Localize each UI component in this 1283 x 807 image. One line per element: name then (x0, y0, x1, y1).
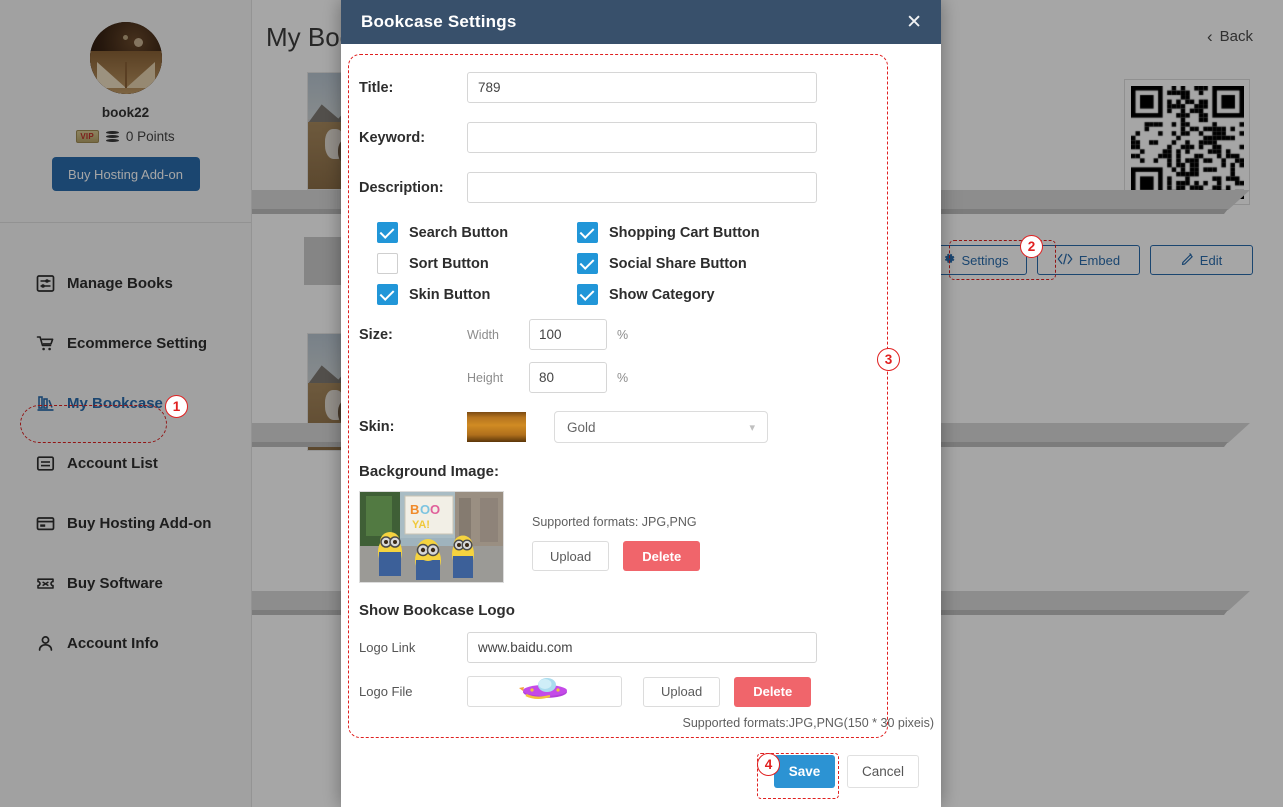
checkbox-label: Sort Button (409, 255, 489, 272)
dialog-header: Bookcase Settings ✕ (341, 0, 941, 44)
save-button[interactable]: Save (774, 754, 835, 788)
cancel-button[interactable]: Cancel (847, 754, 919, 788)
keyword-field-row: Keyword: (359, 122, 941, 153)
svg-text:O: O (420, 502, 430, 517)
checkbox-skin-button[interactable]: Skin Button (377, 284, 577, 305)
checkbox-shopping-cart-button[interactable]: Shopping Cart Button (577, 222, 777, 243)
width-input[interactable] (529, 319, 607, 350)
checkbox-search-button[interactable]: Search Button (377, 222, 577, 243)
background-upload-button[interactable]: Upload (532, 541, 610, 571)
checkbox-row: Search Button Shopping Cart Button (377, 222, 807, 243)
checkbox-row: Sort Button Social Share Button (377, 253, 807, 274)
size-label: Size: (359, 326, 393, 343)
skin-color-swatch[interactable] (467, 412, 526, 442)
width-unit: % (617, 327, 629, 342)
keyword-label: Keyword: (359, 129, 426, 146)
checkbox-label: Search Button (409, 224, 509, 241)
dialog-footer: Save Cancel (341, 735, 941, 807)
bookcase-settings-dialog: Bookcase Settings ✕ Title: Keyword: Desc… (341, 0, 941, 807)
chevron-down-icon: ▾ (749, 421, 755, 434)
background-image-section: B O O YA! Supported formats: JPG,PNG Upl… (359, 491, 941, 583)
annotation-marker-1: 1 (165, 395, 188, 418)
size-height-row: Height % (359, 362, 941, 393)
background-formats-note: Supported formats: JPG,PNG (532, 515, 697, 529)
width-label: Width (467, 327, 499, 342)
annotation-marker-3: 3 (877, 348, 900, 371)
logo-file-thumbnail[interactable] (467, 676, 622, 707)
background-image-heading: Background Image: (359, 463, 500, 480)
checkbox-label: Show Category (609, 286, 715, 303)
checkbox-label: Skin Button (409, 286, 491, 303)
checkbox-box[interactable] (577, 253, 598, 274)
title-input[interactable] (467, 72, 817, 103)
background-delete-button[interactable]: Delete (623, 541, 701, 571)
annotation-marker-2: 2 (1020, 235, 1043, 258)
height-label: Height (467, 370, 504, 385)
logo-upload-button[interactable]: Upload (643, 676, 721, 707)
logo-section-heading: Show Bookcase Logo (359, 602, 515, 619)
logo-link-row: Logo Link (359, 632, 941, 663)
close-icon[interactable]: ✕ (906, 13, 922, 32)
logo-formats-note: Supported formats:JPG,PNG(150 * 30 pixei… (682, 716, 934, 730)
checkbox-social-share-button[interactable]: Social Share Button (577, 253, 777, 274)
description-label: Description: (359, 179, 444, 196)
logo-link-input[interactable] (467, 632, 817, 663)
checkbox-sort-button[interactable]: Sort Button (377, 253, 577, 274)
svg-text:B: B (410, 502, 419, 517)
background-image-controls: Supported formats: JPG,PNG Upload Delete (532, 491, 701, 571)
skin-selected-value: Gold (567, 419, 596, 435)
checkbox-label: Social Share Button (609, 255, 747, 272)
checkbox-box[interactable] (377, 253, 398, 274)
size-width-row: Size: Width % (359, 319, 941, 350)
spaceship-logo-icon (518, 676, 572, 707)
title-field-row: Title: (359, 72, 941, 103)
skin-select[interactable]: Gold ▾ (554, 411, 768, 443)
feature-checkbox-grid: Search Button Shopping Cart Button Sort … (377, 222, 807, 305)
settings-form: Title: Keyword: Description: Search But (341, 44, 941, 730)
svg-text:YA!: YA! (412, 519, 430, 531)
checkbox-label: Shopping Cart Button (609, 224, 760, 241)
keyword-input[interactable] (467, 122, 817, 153)
background-image-thumbnail[interactable]: B O O YA! (359, 491, 504, 583)
dialog-body: Title: Keyword: Description: Search But (341, 44, 941, 738)
skin-label: Skin: (359, 419, 395, 435)
checkbox-box[interactable] (577, 222, 598, 243)
background-buttons: Upload Delete (532, 541, 701, 571)
logo-file-buttons: Upload Delete (643, 676, 812, 707)
description-input[interactable] (467, 172, 817, 203)
height-unit: % (617, 370, 629, 385)
logo-file-label: Logo File (359, 684, 413, 699)
checkbox-row: Skin Button Show Category (377, 284, 807, 305)
checkbox-show-category[interactable]: Show Category (577, 284, 777, 305)
app-root: book22 VIP 0 Points Buy Hosting Add-on M… (0, 0, 1283, 807)
title-label: Title: (359, 79, 394, 96)
checkbox-box[interactable] (577, 284, 598, 305)
dialog-title: Bookcase Settings (361, 12, 517, 31)
height-input[interactable] (529, 362, 607, 393)
logo-delete-button[interactable]: Delete (734, 676, 812, 707)
logo-file-row: Logo File Upload Delete (359, 676, 941, 707)
checkbox-box[interactable] (377, 222, 398, 243)
annotation-marker-4: 4 (757, 753, 780, 776)
size-section: Size: Width % Height % (359, 319, 941, 393)
logo-link-label: Logo Link (359, 640, 416, 655)
svg-text:O: O (430, 502, 440, 517)
checkbox-box[interactable] (377, 284, 398, 305)
skin-section: Skin: Gold ▾ (359, 411, 941, 443)
description-field-row: Description: (359, 172, 941, 203)
